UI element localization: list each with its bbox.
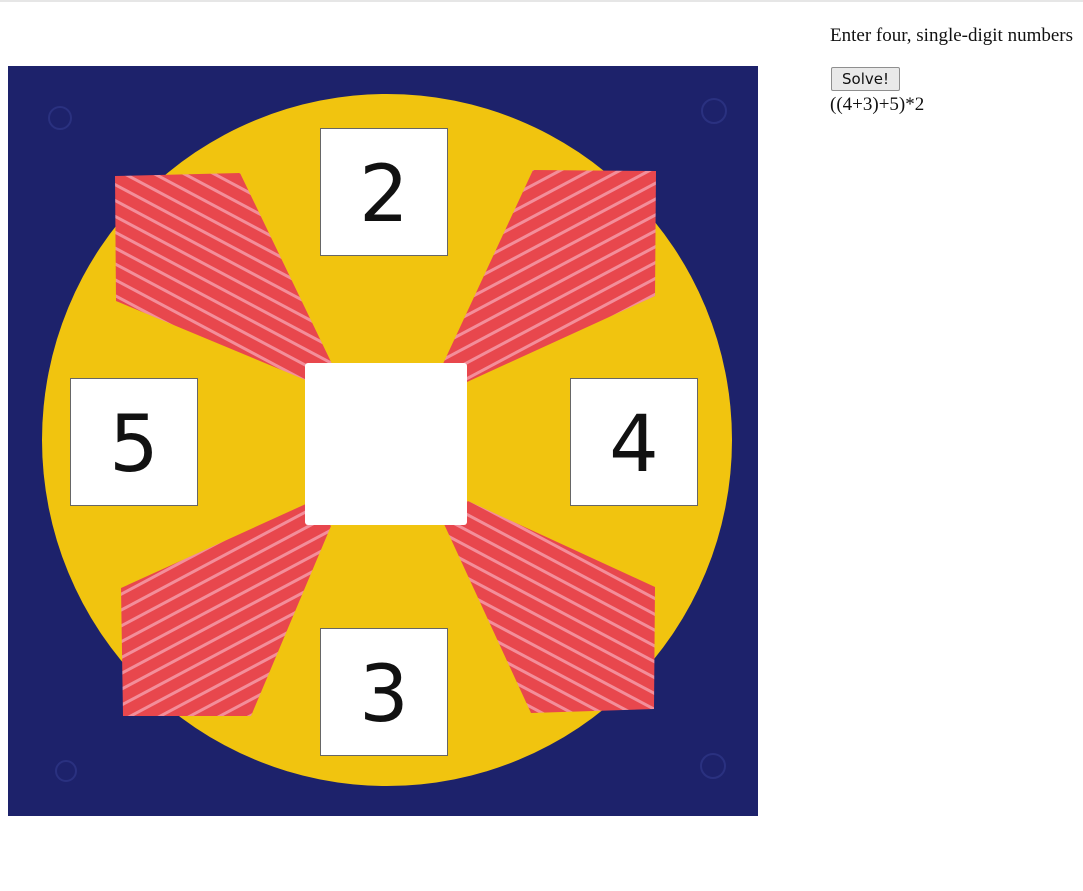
top-divider — [0, 0, 1083, 2]
corner-ring-top-left — [48, 106, 72, 130]
corner-ring-bottom-right — [700, 753, 726, 779]
corner-ring-top-right — [701, 98, 727, 124]
solve-button[interactable]: Solve! — [831, 67, 900, 91]
number-card-top[interactable]: 2 — [320, 128, 448, 256]
number-card-right[interactable]: 4 — [570, 378, 698, 506]
game-board: 2 5 4 3 — [8, 66, 758, 816]
number-card-bottom[interactable]: 3 — [320, 628, 448, 756]
corner-ring-bottom-left — [55, 760, 77, 782]
instruction-text: Enter four, single-digit numbers — [830, 25, 1074, 46]
solution-output: ((4+3)+5)*2 — [830, 94, 925, 115]
number-card-left[interactable]: 5 — [70, 378, 198, 506]
center-answer-box — [305, 363, 467, 525]
